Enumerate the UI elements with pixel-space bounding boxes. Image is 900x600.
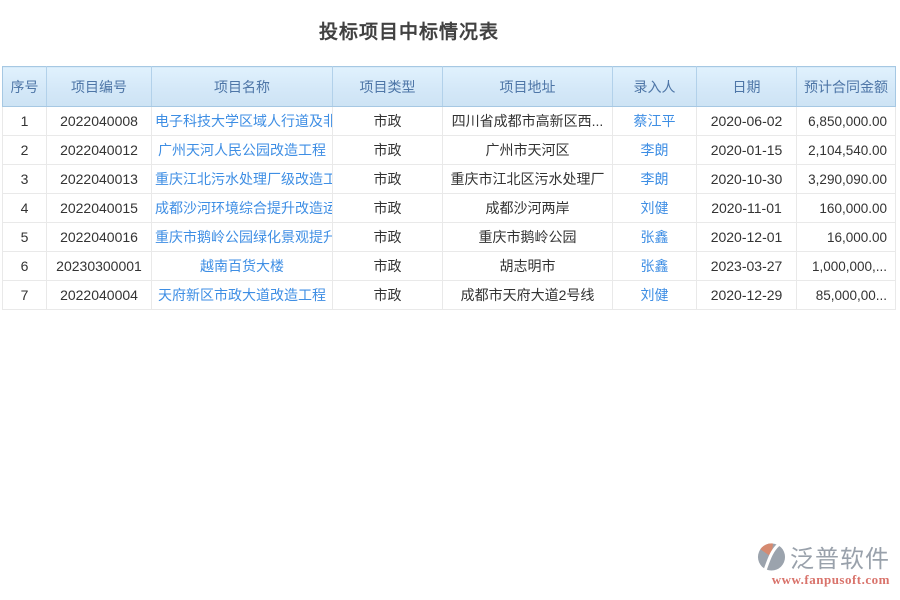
project-name-link[interactable]: 天府新区市政大道改造工程 bbox=[152, 281, 333, 310]
brand-name: 泛普软件 bbox=[790, 539, 890, 574]
project-type: 市政 bbox=[333, 194, 443, 223]
project-code: 2022040016 bbox=[47, 223, 152, 252]
project-code: 20230300001 bbox=[47, 252, 152, 281]
fanpu-logo-icon bbox=[757, 542, 786, 572]
project-type: 市政 bbox=[333, 165, 443, 194]
bid-results-table: 序号项目编号项目名称项目类型项目地址录入人日期预计合同金额 1202204000… bbox=[2, 66, 895, 310]
project-address: 胡志明市 bbox=[443, 252, 613, 281]
project-address: 重庆市江北区污水处理厂 bbox=[443, 165, 613, 194]
table-row: 72022040004天府新区市政大道改造工程市政成都市天府大道2号线刘健202… bbox=[3, 281, 896, 310]
record-date: 2023-03-27 bbox=[697, 252, 797, 281]
project-code: 2022040004 bbox=[47, 281, 152, 310]
brand-url: www.fanpusoft.com bbox=[772, 572, 890, 588]
row-seq: 1 bbox=[3, 107, 47, 136]
column-header-address: 项目地址 bbox=[443, 67, 613, 107]
project-type: 市政 bbox=[333, 281, 443, 310]
record-date: 2020-06-02 bbox=[697, 107, 797, 136]
table-row: 12022040008电子科技大学区域人行道及非市政四川省成都市高新区西...蔡… bbox=[3, 107, 896, 136]
project-type: 市政 bbox=[333, 252, 443, 281]
row-seq: 5 bbox=[3, 223, 47, 252]
project-name-link[interactable]: 越南百货大楼 bbox=[152, 252, 333, 281]
column-header-seq: 序号 bbox=[3, 67, 47, 107]
contract-amount: 3,290,090.00 bbox=[797, 165, 896, 194]
column-header-name: 项目名称 bbox=[152, 67, 333, 107]
project-name-link[interactable]: 电子科技大学区域人行道及非 bbox=[152, 107, 333, 136]
project-name-link[interactable]: 成都沙河环境综合提升改造运 bbox=[152, 194, 333, 223]
project-name-link[interactable]: 重庆市鹅岭公园绿化景观提升 bbox=[152, 223, 333, 252]
recorder-link[interactable]: 李朗 bbox=[613, 165, 697, 194]
project-type: 市政 bbox=[333, 223, 443, 252]
column-header-code: 项目编号 bbox=[47, 67, 152, 107]
project-code: 2022040012 bbox=[47, 136, 152, 165]
project-name-link[interactable]: 重庆江北污水处理厂级改造工 bbox=[152, 165, 333, 194]
recorder-link[interactable]: 李朗 bbox=[613, 136, 697, 165]
record-date: 2020-12-01 bbox=[697, 223, 797, 252]
table-row: 52022040016重庆市鹅岭公园绿化景观提升市政重庆市鹅岭公园张鑫2020-… bbox=[3, 223, 896, 252]
column-header-date: 日期 bbox=[697, 67, 797, 107]
record-date: 2020-12-29 bbox=[697, 281, 797, 310]
record-date: 2020-11-01 bbox=[697, 194, 797, 223]
contract-amount: 2,104,540.00 bbox=[797, 136, 896, 165]
recorder-link[interactable]: 张鑫 bbox=[613, 252, 697, 281]
project-type: 市政 bbox=[333, 107, 443, 136]
recorder-link[interactable]: 刘健 bbox=[613, 281, 697, 310]
project-address: 成都沙河两岸 bbox=[443, 194, 613, 223]
table-row: 620230300001越南百货大楼市政胡志明市张鑫2023-03-271,00… bbox=[3, 252, 896, 281]
row-seq: 3 bbox=[3, 165, 47, 194]
column-header-type: 项目类型 bbox=[333, 67, 443, 107]
contract-amount: 16,000.00 bbox=[797, 223, 896, 252]
record-date: 2020-01-15 bbox=[697, 136, 797, 165]
table-header-row: 序号项目编号项目名称项目类型项目地址录入人日期预计合同金额 bbox=[3, 67, 896, 107]
table-row: 22022040012广州天河人民公园改造工程市政广州市天河区李朗2020-01… bbox=[3, 136, 896, 165]
row-seq: 6 bbox=[3, 252, 47, 281]
row-seq: 4 bbox=[3, 194, 47, 223]
column-header-amount: 预计合同金额 bbox=[797, 67, 896, 107]
project-code: 2022040015 bbox=[47, 194, 152, 223]
contract-amount: 160,000.00 bbox=[797, 194, 896, 223]
recorder-link[interactable]: 蔡江平 bbox=[613, 107, 697, 136]
column-header-recorder: 录入人 bbox=[613, 67, 697, 107]
project-address: 广州市天河区 bbox=[443, 136, 613, 165]
record-date: 2020-10-30 bbox=[697, 165, 797, 194]
contract-amount: 85,000,00... bbox=[797, 281, 896, 310]
contract-amount: 1,000,000,... bbox=[797, 252, 896, 281]
contract-amount: 6,850,000.00 bbox=[797, 107, 896, 136]
row-seq: 2 bbox=[3, 136, 47, 165]
table-row: 42022040015成都沙河环境综合提升改造运市政成都沙河两岸刘健2020-1… bbox=[3, 194, 896, 223]
row-seq: 7 bbox=[3, 281, 47, 310]
project-type: 市政 bbox=[333, 136, 443, 165]
project-address: 成都市天府大道2号线 bbox=[443, 281, 613, 310]
project-address: 四川省成都市高新区西... bbox=[443, 107, 613, 136]
recorder-link[interactable]: 张鑫 bbox=[613, 223, 697, 252]
project-name-link[interactable]: 广州天河人民公园改造工程 bbox=[152, 136, 333, 165]
table-row: 32022040013重庆江北污水处理厂级改造工市政重庆市江北区污水处理厂李朗2… bbox=[3, 165, 896, 194]
footer-brand: 泛普软件 www.fanpusoft.com bbox=[757, 539, 890, 588]
project-code: 2022040013 bbox=[47, 165, 152, 194]
recorder-link[interactable]: 刘健 bbox=[613, 194, 697, 223]
project-code: 2022040008 bbox=[47, 107, 152, 136]
page-title: 投标项目中标情况表 bbox=[0, 0, 900, 47]
project-address: 重庆市鹅岭公园 bbox=[443, 223, 613, 252]
